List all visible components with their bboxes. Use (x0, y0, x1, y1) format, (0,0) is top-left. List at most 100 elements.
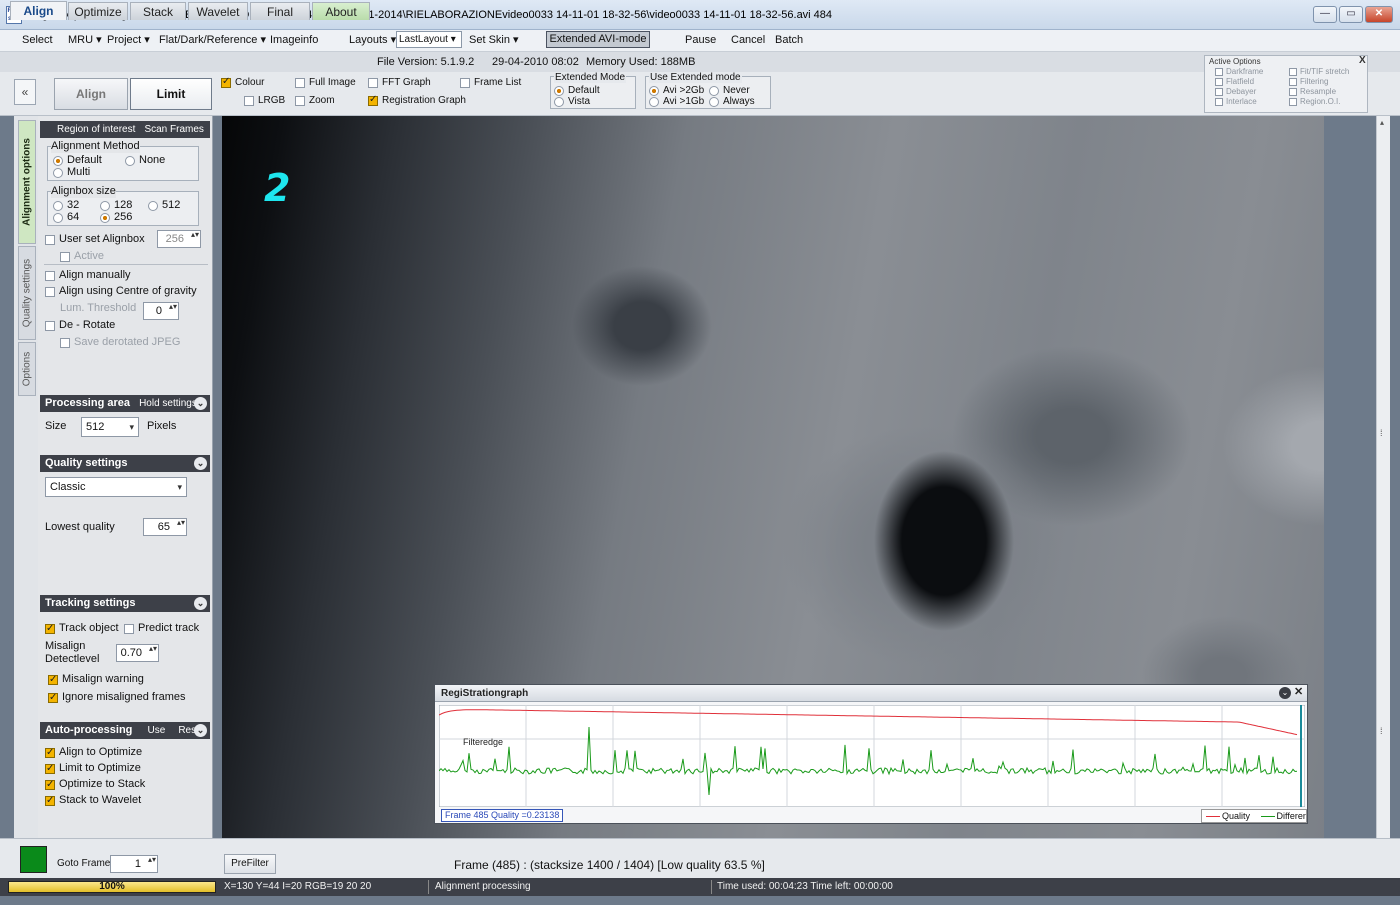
vtab-alignment-options[interactable]: Alignment options (18, 120, 36, 244)
derotate-checkbox[interactable]: De - Rotate (45, 319, 115, 332)
radio-icon (148, 200, 158, 211)
divider (44, 264, 208, 265)
colour-checkbox[interactable]: Colour (221, 76, 264, 89)
radio-icon (100, 200, 110, 211)
optimize-to-stack-checkbox[interactable]: Optimize to Stack (45, 778, 145, 791)
frame-list-checkbox[interactable]: Frame List (460, 77, 521, 89)
prefilter-button[interactable]: PreFilter (224, 854, 276, 874)
lrgb-checkbox[interactable]: LRGB (244, 95, 285, 107)
minimize-button[interactable]: — (1313, 6, 1337, 23)
avi-1gb-radio[interactable]: Avi >1Gb (649, 96, 704, 108)
ignore-misaligned-checkbox[interactable]: Ignore misaligned frames (48, 691, 186, 704)
limit-to-optimize-checkbox[interactable]: Limit to Optimize (45, 762, 141, 775)
full-image-checkbox[interactable]: Full Image (295, 77, 356, 89)
vertical-scrollbar[interactable]: ▴ ⁞ ⁞ (1376, 116, 1390, 876)
scroll-thumb-lower[interactable]: ⁞ (1380, 726, 1383, 736)
active-checkbox[interactable]: Active (60, 250, 104, 263)
tab-align[interactable]: Align (10, 1, 67, 20)
lowest-quality-spinner[interactable]: 65 (143, 518, 187, 536)
always-radio[interactable]: Always (709, 96, 755, 108)
graph-close-icon[interactable]: ✕ (1294, 685, 1303, 698)
checkbox-icon (1289, 77, 1297, 86)
alignbox-512-radio[interactable]: 512 (148, 199, 180, 212)
tab-optimize[interactable]: Optimize (68, 2, 128, 20)
checkbox-icon (60, 251, 70, 262)
collapse-panel-button[interactable]: « (14, 79, 36, 105)
collapse-chevron-icon[interactable]: ⌄ (194, 397, 207, 410)
hold-settings-button[interactable]: Hold settings (139, 398, 197, 409)
quality-method-select[interactable]: Classic (45, 477, 187, 497)
processing-size-select[interactable]: 512 (81, 417, 139, 437)
scan-frames-button[interactable]: Scan Frames (144, 124, 203, 135)
pause-button[interactable]: Pause (681, 31, 720, 49)
active-options-close-icon[interactable]: X (1359, 55, 1366, 66)
pixels-label: Pixels (147, 420, 177, 432)
tab-stack[interactable]: Stack (130, 2, 186, 20)
checkbox-icon (1289, 67, 1297, 76)
user-alignbox-spinner[interactable]: 256 (157, 230, 201, 248)
collapse-chevron-icon[interactable]: ⌄ (194, 457, 207, 470)
vtab-options[interactable]: Options (18, 342, 36, 396)
region-of-interest-button[interactable]: Region of interest (57, 124, 135, 135)
save-derotated-jpeg-checkbox[interactable]: Save derotated JPEG (60, 336, 180, 349)
predict-track-checkbox[interactable]: Predict track (124, 622, 199, 635)
fft-check-icon (368, 78, 378, 88)
radio-icon (649, 86, 659, 96)
menu-layouts[interactable]: Layouts ▾ (345, 31, 400, 49)
method-multi-radio[interactable]: Multi (53, 166, 90, 179)
scroll-up-icon[interactable]: ▴ (1380, 118, 1384, 127)
legend-quality-swatch (1206, 816, 1220, 818)
frame-overlay-number: 2 (264, 166, 291, 210)
auto-use-button[interactable]: Use (147, 725, 165, 736)
zoom-check-icon (295, 96, 305, 106)
extended-mode-vista-radio[interactable]: Vista (554, 96, 590, 108)
menu-imageinfo[interactable]: Imageinfo (266, 31, 322, 49)
tab-wavelet[interactable]: Wavelet (188, 2, 248, 20)
limit-button[interactable]: Limit (130, 78, 212, 110)
graph-collapse-icon[interactable]: ⌄ (1279, 687, 1291, 699)
maximize-button[interactable]: ▭ (1339, 6, 1363, 23)
alignbox-256-radio[interactable]: 256 (100, 211, 132, 224)
menu-set-skin[interactable]: Set Skin ▾ (465, 31, 523, 49)
track-object-checkbox[interactable]: Track object (45, 622, 119, 635)
tab-final[interactable]: Final (250, 2, 310, 20)
checkbox-icon (45, 794, 55, 807)
checkbox-icon (124, 623, 134, 634)
collapse-chevron-icon[interactable]: ⌄ (194, 724, 207, 737)
align-button[interactable]: Align (54, 78, 128, 110)
batch-button[interactable]: Batch (771, 31, 807, 49)
menu-mru[interactable]: MRU ▾ (64, 31, 106, 49)
fft-graph-checkbox[interactable]: FFT Graph (368, 77, 431, 89)
stack-to-wavelet-checkbox[interactable]: Stack to Wavelet (45, 794, 141, 807)
registration-graph-checkbox[interactable]: Registration Graph (368, 94, 466, 107)
cancel-button[interactable]: Cancel (727, 31, 769, 49)
scroll-thumb[interactable]: ⁞ (1380, 428, 1383, 438)
align-manually-checkbox[interactable]: Align manually (45, 269, 131, 282)
layout-select[interactable]: LastLayout ▾ (396, 31, 462, 48)
misalign-detectlevel-spinner[interactable]: 0.70 (116, 644, 159, 662)
extended-mode-title: Extended Mode (554, 72, 627, 83)
checkbox-icon (45, 778, 55, 791)
menu-select[interactable]: Select (18, 31, 57, 49)
extended-avi-mode-button[interactable]: Extended AVI-mode (546, 31, 650, 48)
alignbox-64-radio[interactable]: 64 (53, 211, 79, 224)
graph-frame-quality-status: Frame 485 Quality =0.23138 (441, 809, 564, 822)
method-none-radio[interactable]: None (125, 154, 165, 167)
vtab-quality-settings[interactable]: Quality settings (18, 246, 36, 340)
checkbox-icon (60, 337, 70, 348)
goto-frame-spinner[interactable]: 1 (110, 855, 158, 873)
tab-about[interactable]: About (312, 2, 370, 20)
user-set-alignbox-checkbox[interactable]: User set Alignbox (45, 233, 145, 246)
collapse-chevron-icon[interactable]: ⌄ (194, 597, 207, 610)
close-button[interactable]: ✕ (1365, 6, 1393, 23)
align-to-optimize-checkbox[interactable]: Align to Optimize (45, 746, 142, 759)
menu-project[interactable]: Project ▾ (103, 31, 154, 49)
cursor-coordinates: X=130 Y=44 I=20 RGB=19 20 20 (224, 881, 372, 892)
quality-settings-header: Quality settings ⌄ (40, 455, 210, 472)
interlace-option: Interlace (1215, 97, 1257, 106)
lum-threshold-spinner[interactable]: 0 (143, 302, 179, 320)
menu-flat-dark-reference[interactable]: Flat/Dark/Reference ▾ (155, 31, 270, 49)
align-cog-checkbox[interactable]: Align using Centre of gravity (45, 285, 197, 298)
zoom-checkbox[interactable]: Zoom (295, 95, 335, 107)
misalign-warning-checkbox[interactable]: Misalign warning (48, 673, 144, 686)
